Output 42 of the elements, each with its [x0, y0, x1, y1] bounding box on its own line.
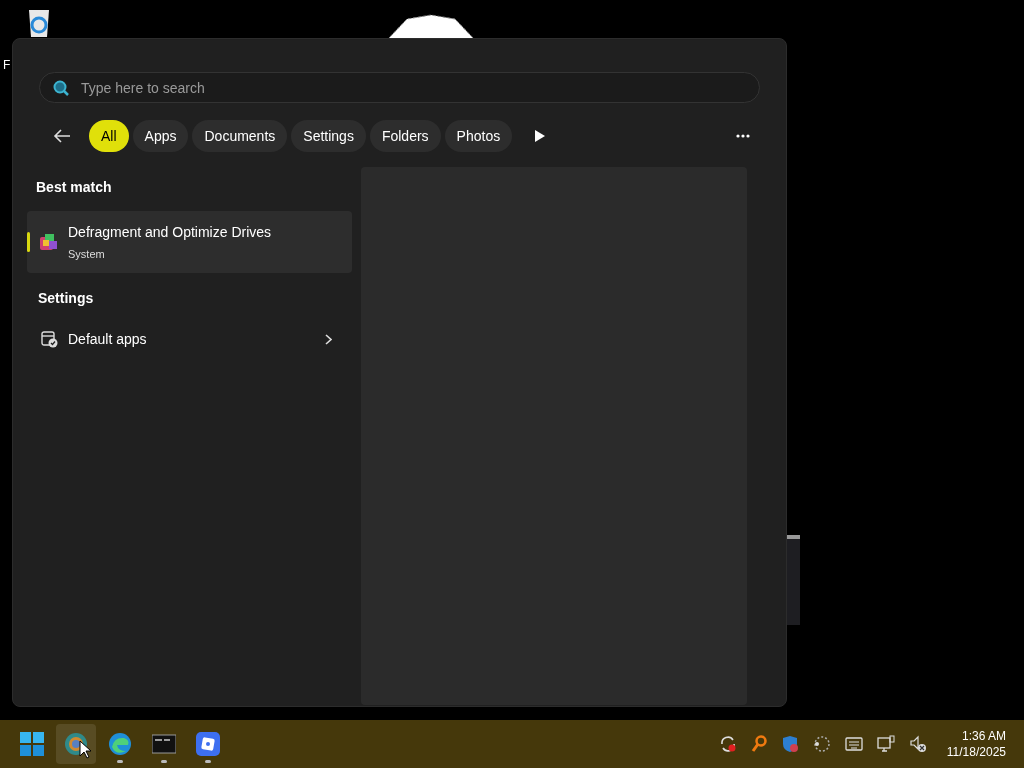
filter-tab[interactable]: Folders	[369, 120, 441, 152]
running-indicator	[161, 760, 167, 763]
search-icon	[53, 80, 69, 96]
section-heading: Settings	[38, 289, 95, 308]
edge-icon	[108, 732, 132, 756]
settings-item-label: Default apps	[68, 329, 147, 349]
selection-indicator	[27, 232, 30, 252]
play-icon[interactable]	[535, 130, 546, 142]
running-indicator	[117, 760, 123, 763]
clock-date: 11/18/2025	[946, 744, 1006, 760]
chevron-right-icon	[325, 333, 332, 345]
section-heading: Best match	[36, 178, 113, 197]
default-apps-icon	[41, 330, 58, 348]
result-item[interactable]: Defragment and Optimize Drives System	[27, 211, 352, 273]
keyboard-icon[interactable]	[844, 737, 863, 751]
start-icon	[20, 732, 44, 756]
app-icon	[196, 732, 220, 756]
defrag-icon	[38, 231, 60, 253]
result-title: Defragment and Optimize Drives	[68, 222, 272, 242]
settings-item[interactable]: Default apps	[27, 320, 352, 358]
muted-speaker-icon[interactable]	[908, 735, 927, 753]
desktop-icon-label: F	[3, 58, 11, 72]
clock[interactable]: 1:36 AM 11/18/2025	[946, 728, 1006, 760]
shield-icon[interactable]	[780, 735, 799, 753]
filter-tab[interactable]: All	[89, 120, 129, 152]
loading-icon[interactable]	[812, 735, 831, 753]
filter-tab[interactable]: Settings	[291, 120, 366, 152]
filter-tab[interactable]: Apps	[132, 120, 189, 152]
search-icon[interactable]	[750, 735, 767, 753]
taskbar-button[interactable]	[56, 724, 96, 764]
search-field[interactable]: Type here to search	[39, 72, 760, 103]
result-subtitle: System	[68, 246, 106, 262]
sync-icon[interactable]	[718, 735, 737, 753]
mouse-cursor-icon	[79, 740, 91, 759]
network-icon[interactable]	[876, 735, 895, 753]
filter-tab[interactable]: Documents	[192, 120, 288, 152]
terminal-icon	[152, 734, 176, 754]
filter-tab[interactable]: Photos	[444, 120, 513, 152]
more-icon[interactable]	[736, 134, 750, 138]
clock-time: 1:36 AM	[961, 728, 1006, 744]
running-indicator	[205, 760, 211, 763]
back-arrow-icon[interactable]	[53, 129, 71, 143]
